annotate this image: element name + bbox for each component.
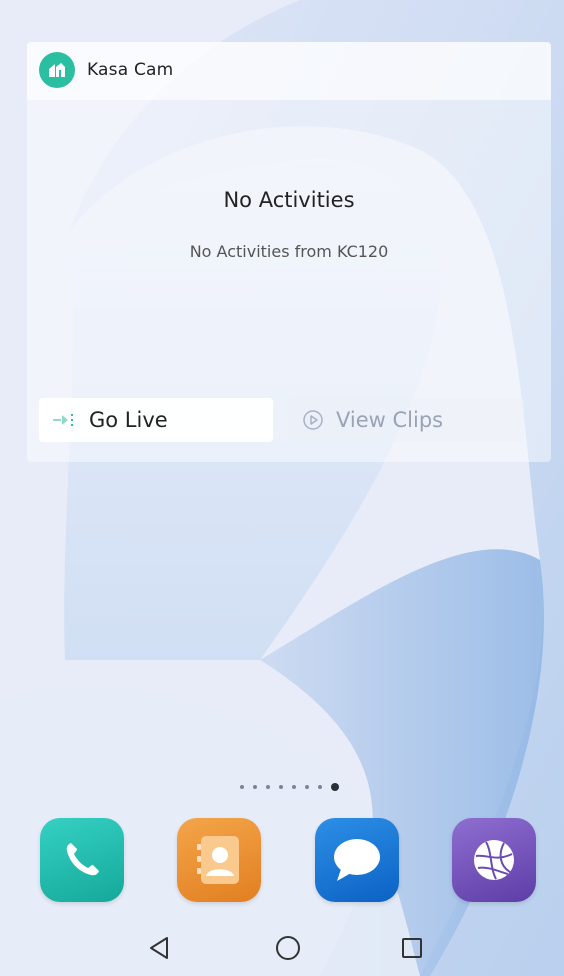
page-dot	[239, 785, 244, 789]
message-bubble-icon	[334, 839, 380, 881]
nav-back-button[interactable]	[139, 928, 179, 968]
live-stream-icon	[53, 414, 73, 426]
widget-app-name: Kasa Cam	[87, 60, 174, 80]
phone-icon	[66, 843, 99, 876]
globe-icon	[474, 840, 514, 880]
messages-app[interactable]	[315, 818, 399, 902]
go-live-label: Go Live	[89, 408, 168, 432]
widget-header: Kasa Cam	[27, 42, 551, 100]
contacts-app[interactable]	[177, 818, 261, 902]
page-dot	[317, 785, 322, 789]
nav-home-button[interactable]	[268, 928, 308, 968]
phone-app[interactable]	[40, 818, 124, 902]
home-circle-icon	[276, 936, 300, 960]
page-indicator	[0, 782, 564, 792]
page-dot	[291, 785, 296, 789]
go-live-button[interactable]: Go Live	[39, 398, 273, 442]
kasa-cam-widget[interactable]: Kasa Cam No Activities No Activities fro…	[27, 42, 551, 462]
navigation-bar	[0, 918, 564, 976]
nav-recents-button[interactable]	[392, 928, 432, 968]
page-dot	[304, 785, 309, 789]
recents-square-icon	[402, 938, 422, 958]
page-dot	[278, 785, 283, 789]
page-dot	[252, 785, 257, 789]
view-clips-label: View Clips	[336, 408, 444, 432]
empty-state-title: No Activities	[223, 188, 355, 212]
back-triangle-icon	[150, 937, 168, 959]
contacts-icon	[197, 836, 239, 884]
view-clips-button[interactable]: View Clips	[288, 398, 524, 442]
empty-state-subtitle: No Activities from KC120	[189, 242, 389, 261]
kasa-logo-icon	[39, 52, 75, 88]
play-circle-icon	[303, 410, 323, 430]
page-dot	[265, 785, 270, 789]
page-dot-active	[330, 783, 339, 791]
home-screen: Kasa Cam No Activities No Activities fro…	[0, 0, 564, 976]
browser-app[interactable]	[452, 818, 536, 902]
